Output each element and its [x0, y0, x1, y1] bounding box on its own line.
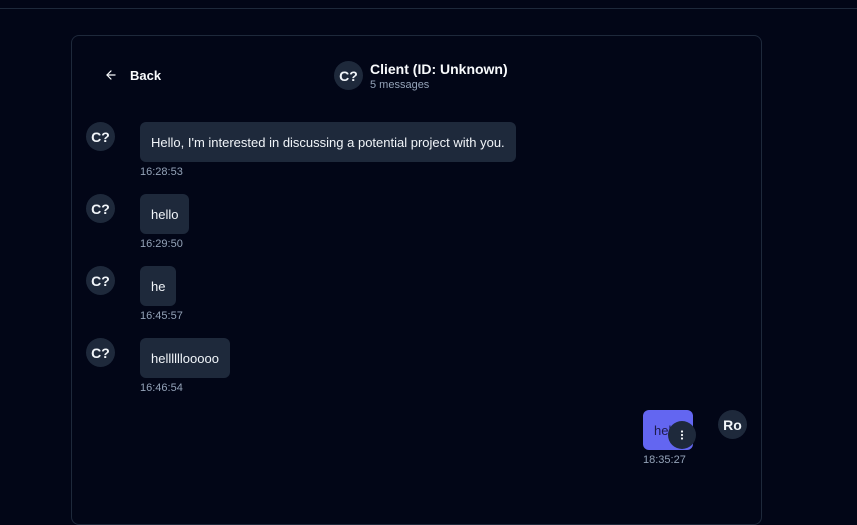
message-bubble: Hello, I'm interested in discussing a po… [140, 122, 516, 162]
message-time: 16:29:50 [140, 238, 183, 250]
arrow-left-icon [106, 70, 116, 80]
top-bar [0, 0, 857, 9]
message-bubble: hello [140, 194, 190, 234]
message-time: 16:28:53 [140, 166, 183, 178]
header-avatar: C? [334, 61, 363, 90]
more-vertical-icon [680, 430, 684, 440]
back-button[interactable]: Back [104, 66, 161, 84]
message-options-button[interactable] [668, 421, 696, 449]
client-avatar: C? [86, 194, 115, 223]
message-bubble: he [140, 266, 177, 306]
client-avatar: C? [86, 338, 115, 367]
user-avatar: Ro [718, 410, 747, 439]
conversation-title: Client (ID: Unknown) [370, 61, 508, 77]
client-avatar: C? [86, 266, 115, 295]
message-time: 18:35:27 [643, 454, 686, 466]
message-time: 16:46:54 [140, 382, 183, 394]
message-count: 5 messages [370, 79, 430, 91]
message-bubble: hellllllooooo [140, 338, 230, 378]
client-avatar: C? [86, 122, 115, 151]
message-time: 16:45:57 [140, 310, 183, 322]
back-label: Back [130, 67, 162, 83]
